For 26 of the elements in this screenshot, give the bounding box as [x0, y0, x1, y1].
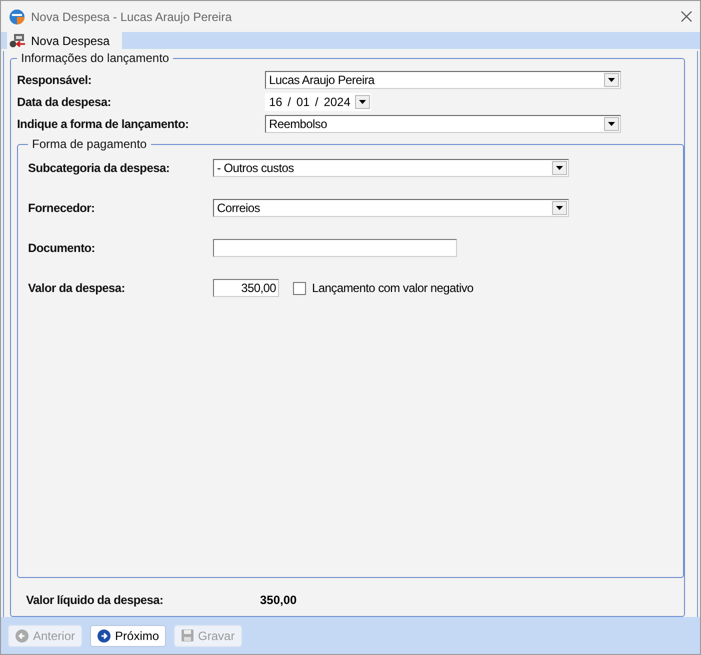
- dropdown[interactable]: Correios: [213, 199, 569, 217]
- close-icon[interactable]: [681, 11, 692, 22]
- group-title: Forma de pagamento: [31, 137, 148, 151]
- window-title: Nova Despesa - Lucas Araujo Pereira: [31, 10, 233, 24]
- dropdown[interactable]: Lucas Araujo Pereira: [265, 71, 621, 89]
- money-transfer-icon: [9, 33, 27, 48]
- document-field[interactable]: [213, 239, 457, 257]
- dropdown[interactable]: - Outros custos: [213, 159, 569, 177]
- field-label: Data da despesa:: [17, 95, 112, 109]
- field-label: Fornecedor:: [28, 201, 96, 215]
- app-logo-icon: [9, 8, 25, 24]
- checkbox[interactable]: [293, 282, 306, 294]
- dropdown[interactable]: Reembolso: [265, 115, 621, 133]
- net-value: 350,00: [260, 593, 297, 607]
- tab[interactable]: Nova Despesa: [7, 32, 122, 49]
- field-label: Subcategoria da despesa:: [28, 161, 171, 175]
- next-button[interactable]: Próximo: [90, 624, 166, 646]
- net-value-label: Valor líquido da despesa:: [26, 593, 164, 607]
- field-label: Indique a forma de lançamento:: [17, 117, 190, 131]
- date-picker[interactable]: 16 / 01 / 2024: [265, 93, 371, 111]
- checkbox-label: Lançamento com valor negativo: [312, 281, 474, 295]
- group-title: Informações do lançamento: [20, 51, 170, 65]
- field-label: Responsável:: [17, 73, 92, 87]
- field-label: Valor da despesa:: [28, 281, 126, 295]
- amount-field[interactable]: 350,00: [213, 279, 279, 297]
- field-label: Documento:: [28, 241, 96, 255]
